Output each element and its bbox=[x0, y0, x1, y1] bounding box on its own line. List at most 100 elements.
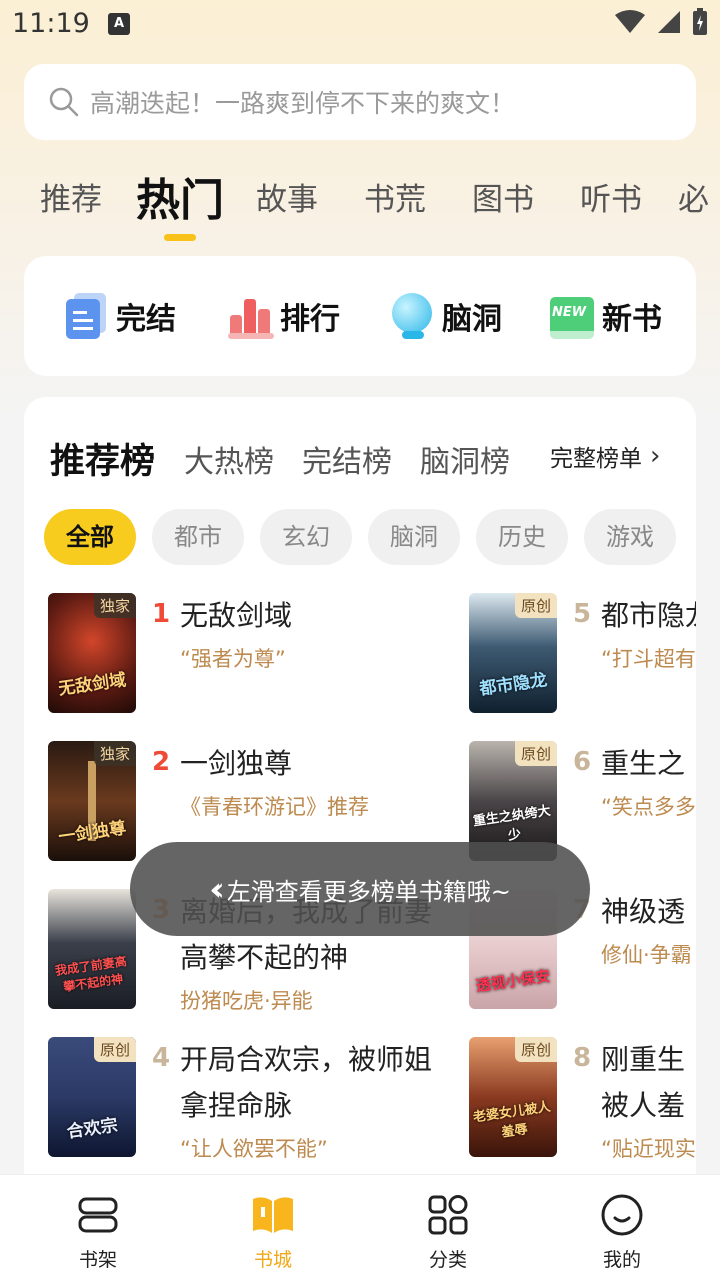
book-item[interactable]: 老婆女儿被人羞辱 原创 8 刚重生被人羞 “贴近现实 bbox=[469, 1037, 696, 1161]
chip-history[interactable]: 历史 bbox=[476, 509, 568, 565]
rank-tab-recommend[interactable]: 推荐榜 bbox=[50, 433, 155, 484]
original-badge: 原创 bbox=[514, 741, 557, 766]
rank-tab-finished[interactable]: 完结榜 bbox=[302, 437, 392, 481]
rank-number: 5 bbox=[573, 599, 592, 629]
book-item[interactable]: 都市隐龙 原创 5 都市隐龙 “打斗超有 bbox=[469, 593, 696, 717]
book-title: 刚重生被人羞 bbox=[601, 1043, 686, 1122]
top-tabs: 推荐 热门 故事 书荒 图书 听书 必 bbox=[0, 160, 720, 240]
book-title: 无敌剑域 bbox=[180, 599, 293, 632]
full-list-label: 完整榜单 bbox=[550, 446, 642, 472]
original-badge: 原创 bbox=[514, 593, 557, 618]
cover-title: 无敌剑域 bbox=[57, 670, 128, 700]
bubble-icon bbox=[390, 293, 436, 339]
finished-book-icon bbox=[64, 293, 110, 339]
tab-must-read[interactable]: 必 bbox=[678, 174, 709, 219]
wifi-icon bbox=[615, 10, 645, 33]
new-badge-text: NEW bbox=[552, 305, 587, 320]
cover-title: 我成了前妻高攀不起的神 bbox=[54, 954, 128, 995]
cover-title: 一剑独尊 bbox=[57, 818, 128, 848]
chevron-right-icon: › bbox=[650, 441, 661, 471]
tab-indicator bbox=[164, 234, 196, 241]
book-subtitle: 修仙·争霸 bbox=[601, 943, 692, 967]
grid-icon bbox=[428, 1195, 468, 1235]
search-bar[interactable]: 高潮迭起！一路爽到停不下来的爽文！ bbox=[24, 64, 696, 140]
rank-number: 6 bbox=[573, 747, 592, 777]
book-subtitle: “强者为尊” bbox=[180, 647, 286, 671]
cover-title: 合欢宗 bbox=[65, 1115, 119, 1143]
book-cover: 老婆女儿被人羞辱 原创 bbox=[469, 1037, 557, 1157]
rank-tab-hot[interactable]: 大热榜 bbox=[184, 437, 274, 481]
exclusive-badge: 独家 bbox=[93, 741, 136, 766]
book-title: 开局合欢宗，被师姐拿捏命脉 bbox=[180, 1043, 433, 1122]
original-badge: 原创 bbox=[93, 1037, 136, 1062]
book-cover: 我成了前妻高攀不起的神 bbox=[48, 889, 136, 1009]
bottom-nav: 书架 书城 分类 我的 bbox=[0, 1174, 720, 1280]
chip-game[interactable]: 游戏 bbox=[584, 509, 676, 565]
status-bar: 11:19 A bbox=[0, 0, 720, 50]
rank-number: 4 bbox=[152, 1043, 171, 1073]
nav-label: 书城 bbox=[253, 1249, 292, 1271]
status-time: 11:19 bbox=[12, 8, 90, 39]
chip-brainhole[interactable]: 脑洞 bbox=[368, 509, 460, 565]
full-list-link[interactable]: 完整榜单 › bbox=[550, 439, 660, 473]
quick-entry-new-books[interactable]: NEW 新书 bbox=[550, 290, 662, 342]
tab-audiobook[interactable]: 听书 bbox=[580, 174, 642, 219]
book-title: 都市隐龙 bbox=[601, 599, 696, 632]
chip-all[interactable]: 全部 bbox=[44, 509, 136, 565]
new-badge-icon: NEW bbox=[550, 293, 596, 339]
quick-entry-label: 完结 bbox=[116, 302, 176, 337]
tab-recommend[interactable]: 推荐 bbox=[40, 174, 102, 219]
quick-entry-brainhole[interactable]: 脑洞 bbox=[390, 290, 502, 342]
category-chips: 全部 都市 玄幻 脑洞 历史 游戏 bbox=[44, 509, 696, 565]
book-subtitle: “贴近现实 bbox=[601, 1137, 696, 1161]
chip-urban[interactable]: 都市 bbox=[152, 509, 244, 565]
bookshelf-icon bbox=[78, 1197, 118, 1233]
nav-bookstore[interactable]: 书城 bbox=[223, 1193, 323, 1272]
nav-label: 书架 bbox=[78, 1249, 117, 1271]
tab-books[interactable]: 图书 bbox=[472, 174, 534, 219]
book-title: 神级透 bbox=[601, 895, 686, 928]
search-icon bbox=[49, 87, 79, 117]
accessibility-a-icon: A bbox=[108, 13, 130, 35]
book-subtitle: “让人欲罢不能” bbox=[180, 1137, 328, 1161]
rank-number: 2 bbox=[152, 747, 171, 777]
quick-entries: 完结 排行 脑洞 NEW 新书 bbox=[24, 256, 696, 376]
book-subtitle: “打斗超有 bbox=[601, 647, 696, 671]
tab-story[interactable]: 故事 bbox=[256, 174, 318, 219]
open-book-icon bbox=[253, 1197, 293, 1233]
nav-me[interactable]: 我的 bbox=[572, 1193, 672, 1272]
rank-number: 8 bbox=[573, 1043, 592, 1073]
battery-icon bbox=[693, 8, 707, 35]
rank-number: 1 bbox=[152, 599, 171, 629]
cover-title: 都市隐龙 bbox=[478, 670, 549, 700]
smile-icon bbox=[601, 1194, 643, 1236]
toast-text: 左滑查看更多榜单书籍哦~ bbox=[226, 877, 511, 906]
quick-entry-label: 新书 bbox=[602, 302, 662, 337]
rank-tab-brainhole[interactable]: 脑洞榜 bbox=[420, 437, 510, 481]
quick-entry-finished[interactable]: 完结 bbox=[64, 290, 176, 342]
book-subtitle: 扮猪吃虎·异能 bbox=[180, 989, 313, 1013]
quick-entry-ranking[interactable]: 排行 bbox=[228, 290, 340, 342]
nav-category[interactable]: 分类 bbox=[398, 1193, 498, 1272]
tab-hot[interactable]: 热门 bbox=[136, 164, 224, 228]
book-title: 一剑独尊 bbox=[180, 747, 293, 780]
ranking-bars-icon bbox=[228, 293, 274, 339]
chip-fantasy[interactable]: 玄幻 bbox=[260, 509, 352, 565]
rank-card: 推荐榜 大热榜 完结榜 脑洞榜 完整榜单 › 全部 都市 玄幻 脑洞 历史 游戏… bbox=[24, 397, 696, 1197]
nav-label: 分类 bbox=[428, 1249, 467, 1271]
nav-bookshelf[interactable]: 书架 bbox=[48, 1193, 148, 1272]
tab-book-shortage[interactable]: 书荒 bbox=[364, 174, 426, 219]
rank-tabs: 推荐榜 大热榜 完结榜 脑洞榜 完整榜单 › bbox=[24, 433, 696, 483]
status-icons bbox=[614, 8, 708, 36]
book-item[interactable]: 合欢宗 原创 4 开局合欢宗，被师姐拿捏命脉 “让人欲罢不能” bbox=[48, 1037, 448, 1161]
book-cover: 都市隐龙 原创 bbox=[469, 593, 557, 713]
quick-entry-label: 脑洞 bbox=[442, 302, 502, 337]
book-cover: 无敌剑域 独家 bbox=[48, 593, 136, 713]
swipe-hint-toast: ‹‹ 左滑查看更多榜单书籍哦~ bbox=[130, 842, 590, 936]
double-chevron-left-icon: ‹‹ bbox=[209, 870, 224, 908]
signal-icon bbox=[658, 11, 680, 33]
book-title: 重生之 bbox=[601, 747, 686, 780]
book-subtitle: 《青春环游记》推荐 bbox=[180, 795, 369, 819]
cover-title: 老婆女儿被人羞辱 bbox=[472, 1099, 552, 1141]
book-item[interactable]: 无敌剑域 独家 1 无敌剑域 “强者为尊” bbox=[48, 593, 448, 717]
